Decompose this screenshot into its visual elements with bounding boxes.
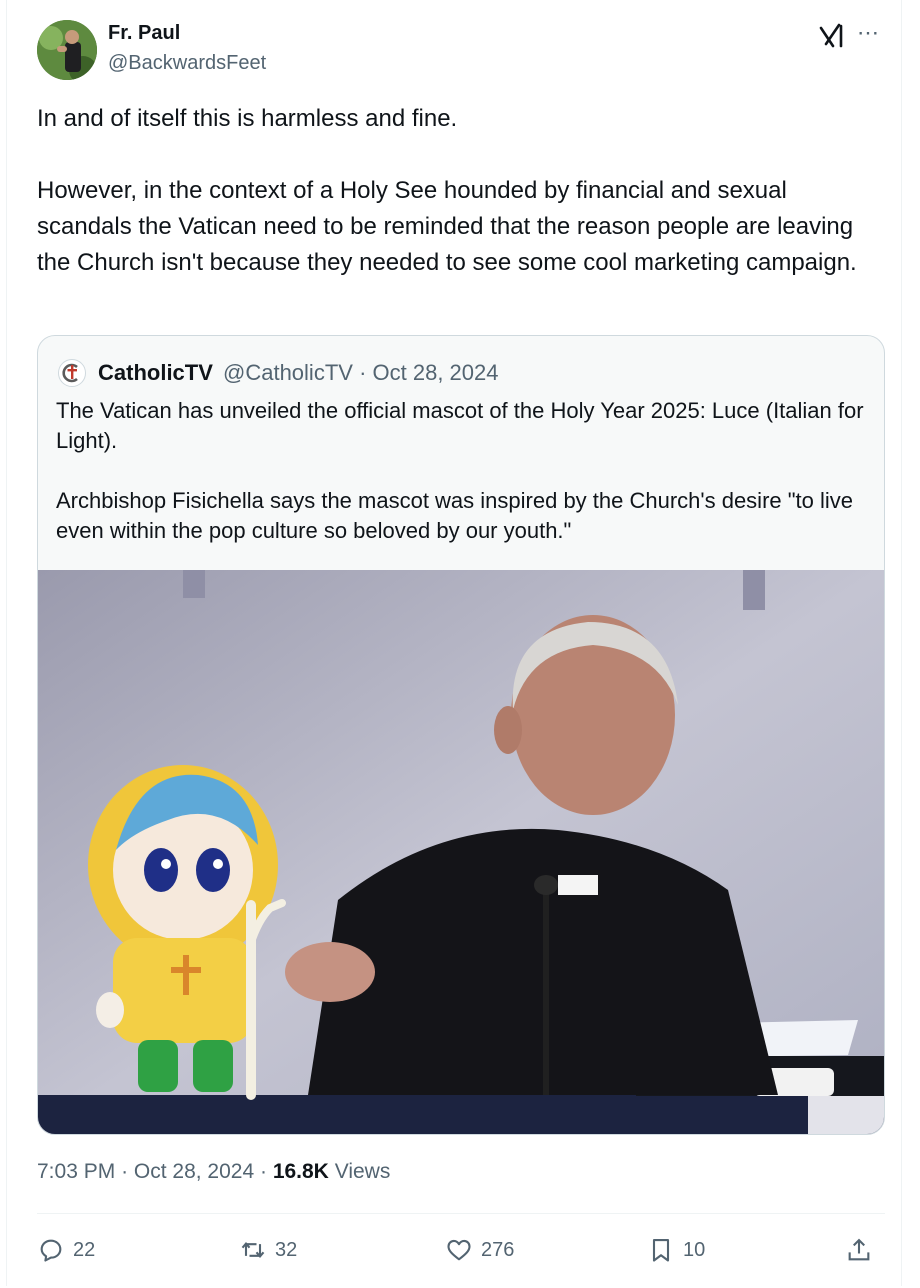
photo-illustration	[38, 570, 884, 1134]
tweet-text: In and of itself this is harmless and fi…	[37, 105, 857, 276]
reply-count: 22	[73, 1238, 96, 1261]
meta-separator: ·	[121, 1160, 134, 1183]
quote-date: Oct 28, 2024	[372, 360, 499, 385]
reply-icon	[40, 1239, 62, 1262]
quote-separator: ·	[359, 360, 373, 385]
quote-author-name: CatholicTV	[98, 360, 213, 385]
author-handle[interactable]: @BackwardsFeet	[108, 52, 266, 75]
action-bar: 22 32 276 10	[7, 1222, 903, 1278]
views-count: 16.8K	[272, 1160, 329, 1183]
grok-icon[interactable]	[817, 22, 847, 50]
bookmark-count: 10	[683, 1238, 706, 1261]
tweet-card: Fr. Paul @BackwardsFeet ⋯ In and of itse…	[6, 0, 902, 1286]
avatar-photo	[37, 20, 97, 80]
more-icon[interactable]: ⋯	[857, 20, 880, 46]
repost-count: 32	[275, 1238, 298, 1261]
quote-photo[interactable]	[38, 570, 884, 1134]
bookmark-button[interactable]: 10	[647, 1236, 705, 1264]
tweet-date[interactable]: Oct 28, 2024	[134, 1160, 254, 1183]
like-button[interactable]: 276	[445, 1236, 514, 1264]
quoted-tweet[interactable]: CatholicTV @CatholicTV · Oct 28, 2024 Th…	[37, 335, 885, 1135]
meta-separator: ·	[259, 1160, 273, 1183]
like-icon	[447, 1239, 471, 1261]
quote-meta: @CatholicTV · Oct 28, 2024	[223, 360, 499, 386]
quote-author-handle: @CatholicTV	[223, 360, 353, 385]
quote-avatar	[58, 359, 86, 387]
divider	[37, 1213, 885, 1214]
author-name[interactable]: Fr. Paul	[108, 22, 180, 45]
tweet-time[interactable]: 7:03 PM	[37, 1160, 115, 1183]
share-button[interactable]	[845, 1236, 873, 1264]
like-count: 276	[481, 1238, 515, 1261]
author-avatar[interactable]	[37, 20, 97, 80]
views-label: Views	[334, 1160, 391, 1183]
repost-icon	[241, 1241, 265, 1259]
repost-button[interactable]: 32	[239, 1236, 297, 1264]
quote-text: The Vatican has unveiled the official ma…	[56, 398, 864, 543]
bookmark-icon	[652, 1239, 670, 1262]
catholictv-logo-icon	[62, 363, 78, 383]
share-icon	[848, 1238, 870, 1261]
reply-button[interactable]: 22	[37, 1236, 95, 1264]
tweet-meta: 7:03 PM · Oct 28, 2024 · 16.8K Views	[37, 1160, 390, 1184]
